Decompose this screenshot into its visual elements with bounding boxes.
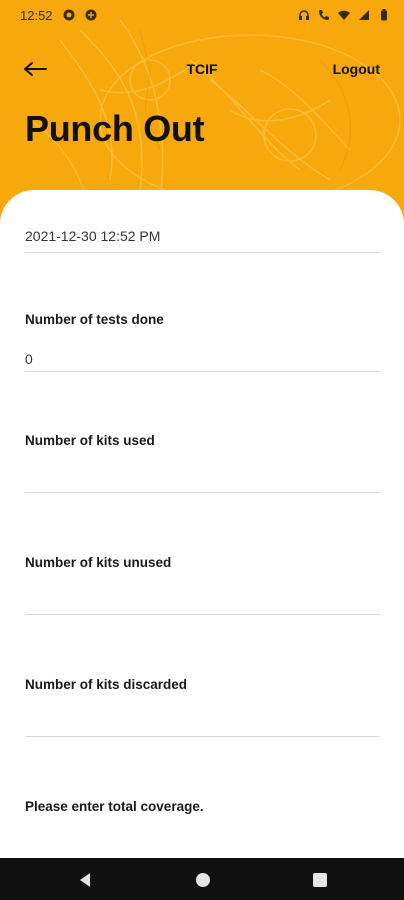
datetime-field[interactable]: 2021-12-30 12:52 PM bbox=[25, 220, 380, 253]
nav-back-icon[interactable] bbox=[76, 871, 94, 889]
logout-button[interactable]: Logout bbox=[333, 61, 380, 77]
navigation-bar bbox=[0, 858, 404, 900]
app-bar: TCIF Logout bbox=[0, 52, 404, 86]
wifi-icon bbox=[338, 10, 350, 20]
signal-icon bbox=[359, 10, 369, 20]
tests-done-input[interactable] bbox=[25, 336, 380, 372]
app-notification-icon bbox=[85, 9, 97, 21]
kits-discarded-label: Number of kits discarded bbox=[25, 677, 188, 692]
page-title: Punch Out bbox=[25, 108, 205, 149]
nav-home-icon[interactable] bbox=[194, 871, 212, 889]
status-time: 12:52 bbox=[20, 7, 53, 23]
kits-used-field: Number of kits used bbox=[25, 433, 380, 493]
form-card: 2021-12-30 12:52 PM Number of tests done… bbox=[0, 190, 404, 858]
datetime-value: 2021-12-30 12:52 PM bbox=[25, 228, 161, 244]
kits-unused-field: Number of kits unused bbox=[25, 555, 380, 615]
battery-icon bbox=[381, 9, 387, 21]
kits-unused-label: Number of kits unused bbox=[25, 555, 172, 570]
headset-icon bbox=[299, 10, 309, 20]
status-bar: 12:52 bbox=[0, 0, 404, 30]
kits-used-input[interactable] bbox=[25, 457, 380, 493]
kits-unused-input[interactable] bbox=[25, 579, 380, 615]
kits-used-label: Number of kits used bbox=[25, 433, 155, 448]
kits-discarded-input[interactable] bbox=[25, 701, 380, 737]
nav-recent-apps-icon[interactable] bbox=[311, 871, 329, 889]
tests-done-label: Number of tests done bbox=[25, 312, 164, 327]
call-icon bbox=[319, 10, 329, 20]
kits-discarded-field: Number of kits discarded bbox=[25, 677, 380, 737]
tests-done-field: Number of tests done bbox=[25, 312, 380, 372]
coverage-prompt: Please enter total coverage. bbox=[25, 799, 204, 814]
app-notification-icon bbox=[63, 9, 75, 21]
